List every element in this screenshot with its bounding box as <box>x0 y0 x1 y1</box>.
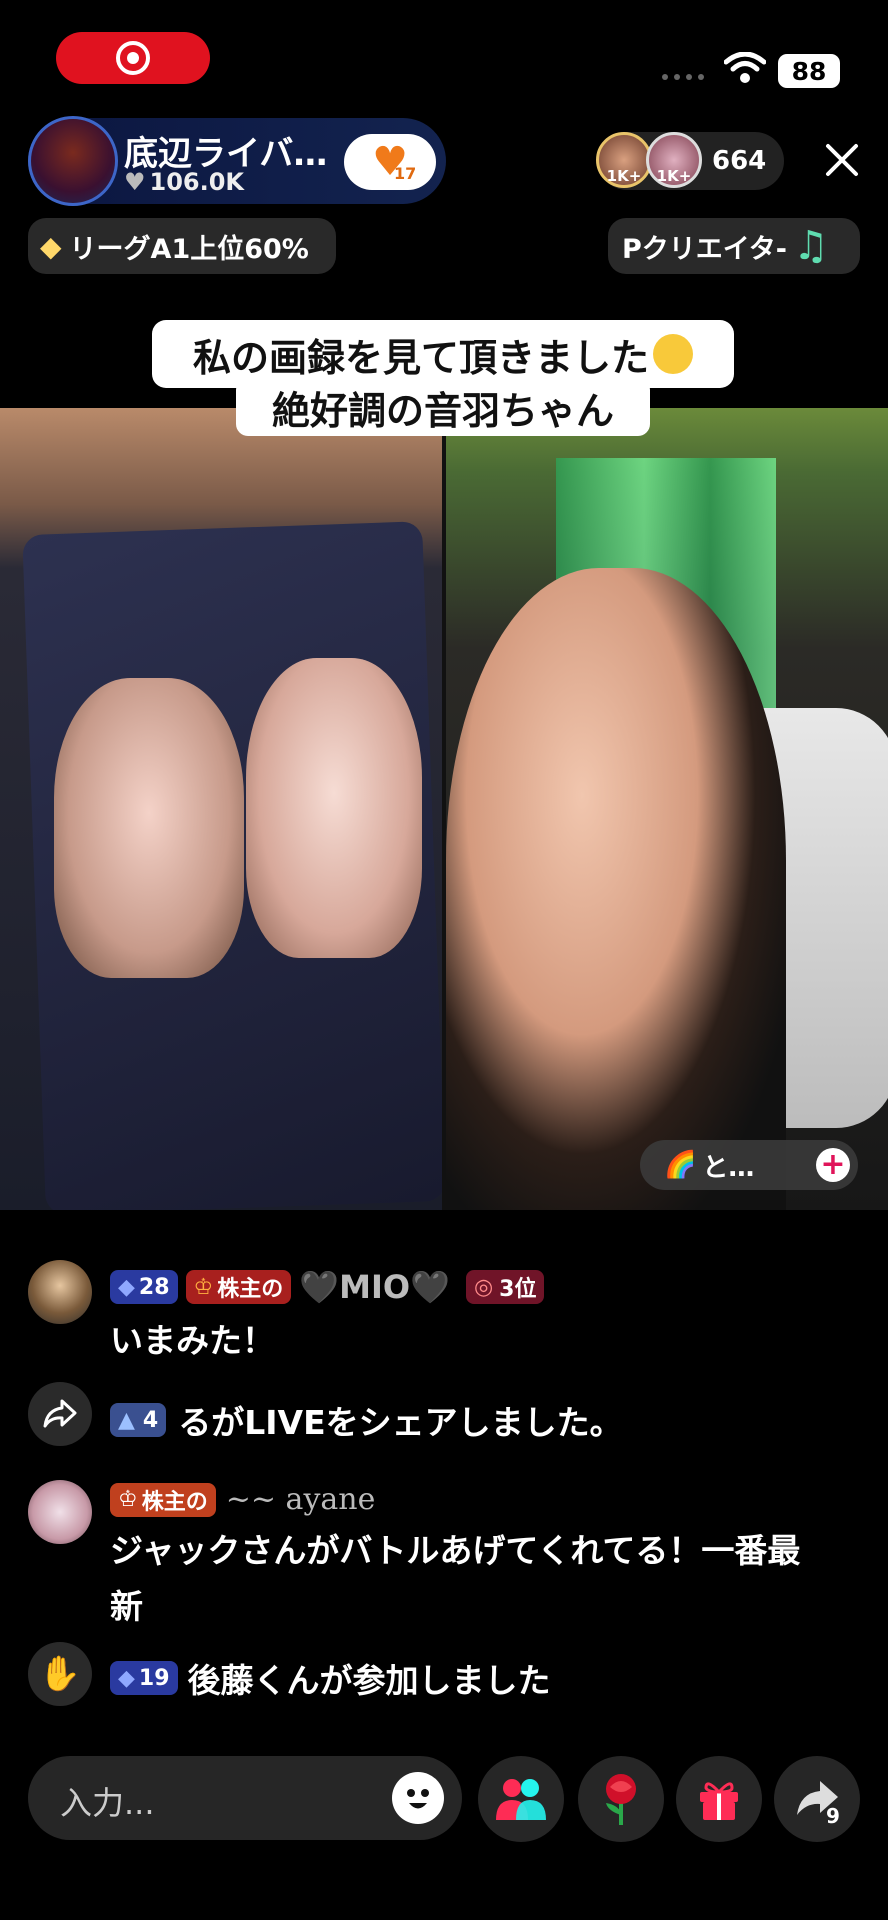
host-likes: ♥ 106.0K <box>124 168 244 196</box>
level-badge: ◆ 28 <box>110 1270 178 1304</box>
level-badge: ▲ 4 <box>110 1403 167 1437</box>
viewer-badge: 1K+ <box>606 167 642 185</box>
fan-club-button[interactable]: ♥ <box>344 134 436 190</box>
co-host-button[interactable] <box>478 1756 564 1842</box>
level-badge-text: 19 <box>138 1665 170 1691</box>
join-event-icon: ✋ <box>28 1642 92 1706</box>
wave-hand-icon: ✋ <box>38 1654 82 1694</box>
comment-placeholder: 入力... <box>60 1784 155 1822</box>
fan-level: 17 <box>394 164 417 183</box>
crown-icon: ♔ <box>193 1274 214 1300</box>
chat-message: るがLIVEをシェアしました。 <box>178 1403 623 1442</box>
emoji-icon[interactable] <box>392 1772 444 1824</box>
rank-badge-text: 3位 <box>499 1277 537 1302</box>
chat-message-continued: 新 <box>110 1587 143 1626</box>
host-avatar[interactable] <box>28 116 118 206</box>
chat-avatar[interactable] <box>28 1480 92 1544</box>
medal-icon: ◎ <box>473 1274 494 1300</box>
gift-button[interactable] <box>676 1756 762 1842</box>
creator-chip[interactable]: Pクリエイタ- ♫ <box>608 218 860 274</box>
chat-badges: ♔ 株主の ~~ ayane <box>110 1482 375 1517</box>
level-badge: ◆ 19 <box>110 1661 178 1695</box>
rank-badge: ◎ 3位 <box>465 1270 545 1304</box>
plus-icon[interactable]: + <box>816 1148 850 1182</box>
creator-label: Pクリエイタ- <box>622 233 787 265</box>
league-label: リーグA1上位60% <box>69 233 309 265</box>
video-image <box>446 568 786 1210</box>
chat-avatar[interactable] <box>28 1260 92 1324</box>
diamond-icon: ◆ <box>40 229 62 263</box>
share-arrow-icon <box>43 1399 77 1428</box>
gem-icon: ◆ <box>118 1274 135 1300</box>
share-event-icon <box>28 1382 92 1446</box>
chat-message: ジャックさんがバトルあげてくれてる！一番最 <box>110 1531 801 1570</box>
heart-icon: ♥ <box>124 168 146 196</box>
level-badge-text: 4 <box>142 1407 159 1433</box>
rainbow-icon: 🌈 <box>664 1150 697 1180</box>
shareholder-badge: ♔ 株主の <box>185 1270 292 1304</box>
left-video-feed[interactable] <box>0 408 442 1210</box>
arrow-level-icon: ▲ <box>118 1407 135 1433</box>
top-viewer-avatar[interactable]: 1K+ <box>646 132 702 188</box>
people-icon <box>496 1779 546 1820</box>
chat-line: ▲ 4 るがLIVEをシェアしました。 <box>110 1396 623 1444</box>
chat-badges: ◆ 28 ♔ 株主の 🖤MIO🖤 ◎ 3位 <box>110 1268 545 1306</box>
rose-icon <box>606 1774 636 1825</box>
share-count: 9 <box>826 1804 840 1828</box>
chat-username: ~~ ayane <box>225 1482 376 1517</box>
caption-text: 私の画録を見て頂きました <box>192 335 649 380</box>
viewer-count: 664 <box>712 146 767 176</box>
host-likes-count: 106.0K <box>149 168 245 196</box>
screen-record-indicator[interactable] <box>56 32 210 84</box>
viewer-badge: 1K+ <box>656 167 692 185</box>
chat-message: いまみた！ <box>110 1321 275 1360</box>
close-icon[interactable] <box>818 136 866 184</box>
join-label: と… <box>702 1152 755 1183</box>
caption-line-2: 絶好調の音羽ちゃん <box>236 378 650 436</box>
shareholder-badge-text: 株主の <box>217 1277 284 1302</box>
rose-gift-button[interactable] <box>578 1756 664 1842</box>
cellular-signal-icon <box>662 74 704 80</box>
chat-username: 🖤MIO🖤 <box>299 1268 450 1306</box>
wifi-icon <box>724 52 766 83</box>
league-chip[interactable]: ◆ リーグA1上位60% <box>28 218 336 274</box>
smile-emoji-icon <box>653 334 693 374</box>
top-viewer-avatar[interactable]: 1K+ <box>596 132 652 188</box>
shareholder-badge-text: 株主の <box>141 1489 208 1515</box>
battery-indicator: 88 <box>778 54 840 88</box>
chat-message: 後藤くんが参加しました <box>187 1661 551 1700</box>
right-video-feed[interactable] <box>446 408 888 1210</box>
gift-icon <box>700 1782 738 1820</box>
video-image <box>54 678 244 978</box>
level-badge-text: 28 <box>138 1274 170 1300</box>
share-button[interactable] <box>774 1756 860 1842</box>
chat-line: ◆ 19 後藤くんが参加しました <box>110 1654 551 1702</box>
shareholder-badge: ♔ 株主の <box>110 1482 216 1517</box>
record-icon <box>116 41 150 75</box>
crown-icon: ♔ <box>118 1487 138 1512</box>
video-image <box>246 658 422 958</box>
video-divider <box>442 408 446 1210</box>
music-note-icon: ♫ <box>792 223 829 269</box>
gem-icon: ◆ <box>118 1665 135 1691</box>
